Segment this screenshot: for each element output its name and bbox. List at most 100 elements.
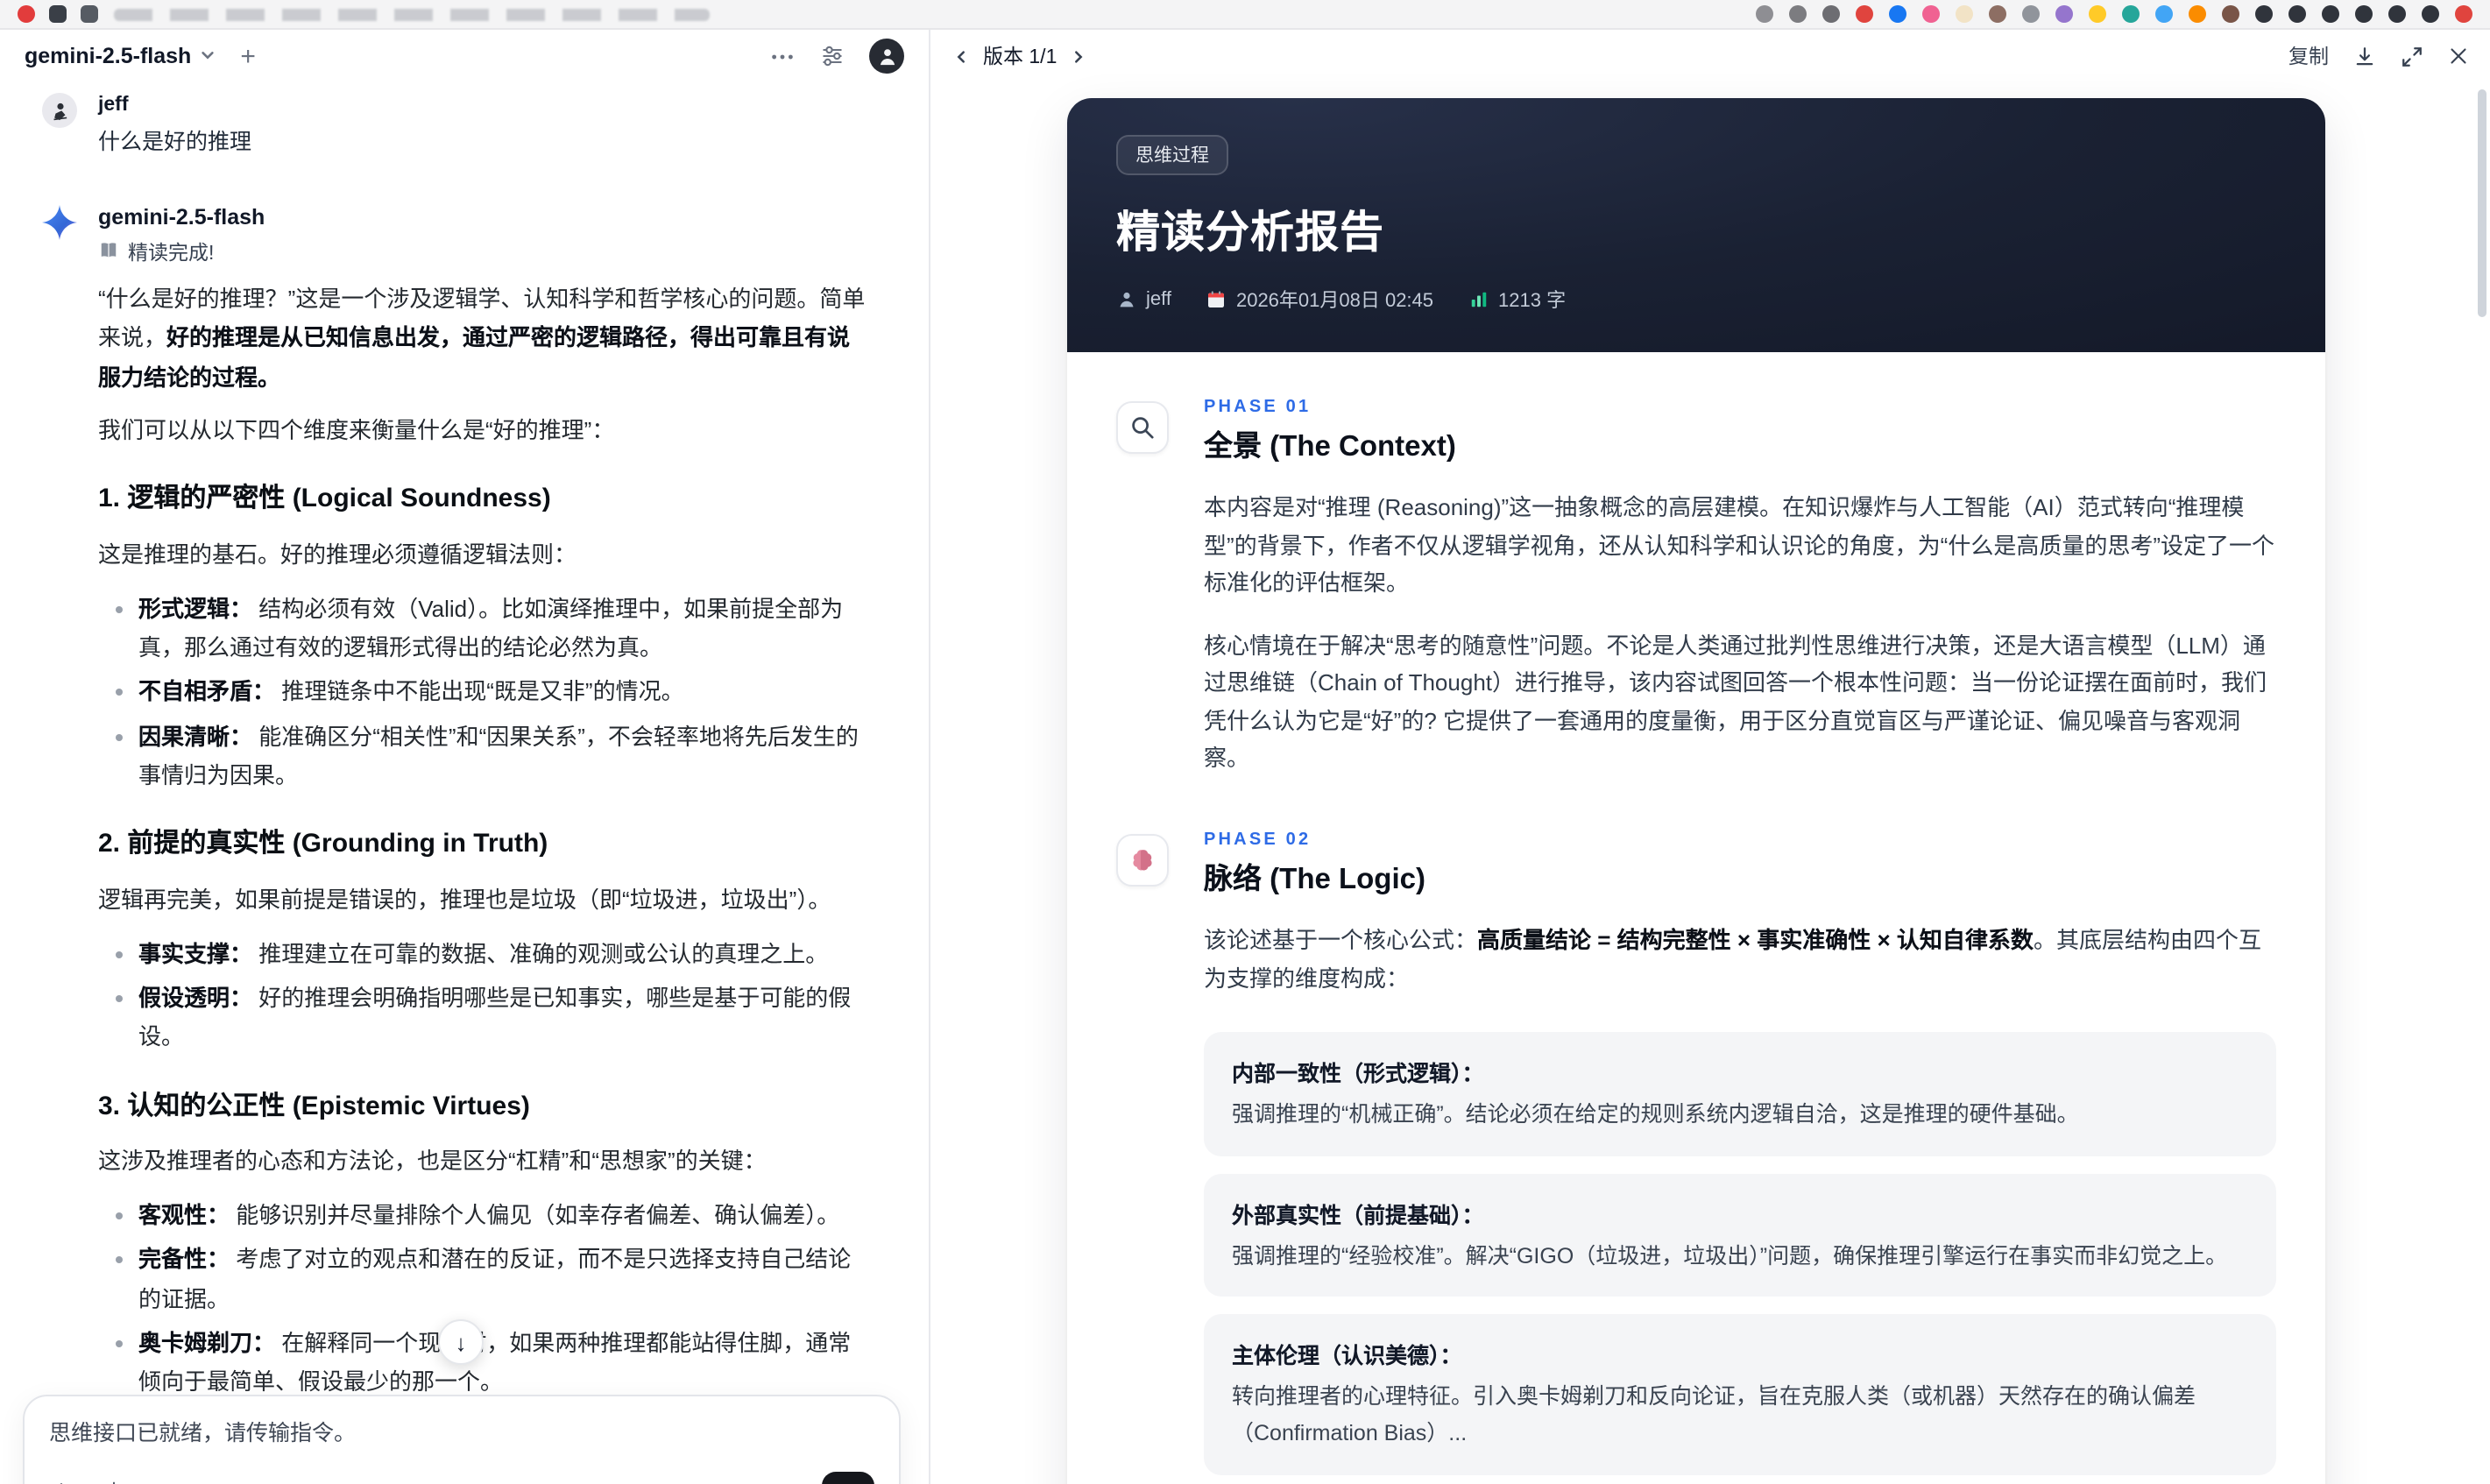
- list-item-label: 奥卡姆剃刀：: [138, 1329, 282, 1356]
- screen: gemini-2.5-flash + jeff 什么是好的推理 gemini-2…: [0, 0, 2490, 1484]
- menubar-app-icon[interactable]: [2288, 5, 2306, 23]
- scrollbar[interactable]: [2478, 89, 2486, 317]
- download-icon[interactable]: [2353, 45, 2376, 67]
- chat-header-actions: [769, 39, 904, 74]
- menubar-app-icon[interactable]: [1922, 5, 1940, 23]
- more-options-icon[interactable]: [769, 43, 796, 69]
- meta-item: jeff: [1116, 289, 1171, 310]
- menubar-app-icon[interactable]: [2422, 5, 2439, 23]
- fullscreen-icon[interactable]: [2401, 45, 2423, 67]
- list-item: 客观性： 能够识别并尽量排除个人偏见（如幸存者偏差、确认偏差）。: [116, 1197, 871, 1236]
- text-segment: 我们可以从以下四个维度来衡量什么是“好的推理”：: [98, 417, 615, 444]
- menubar-app-icon[interactable]: [2055, 5, 2073, 23]
- chevron-left-icon[interactable]: [953, 48, 969, 64]
- model-name: gemini-2.5-flash: [25, 44, 192, 68]
- text-segment: 核心情境在于解决“思考的随意性”问题。不论是人类通过批判性思维进行决策，还是大语…: [1204, 632, 2267, 772]
- model-selector[interactable]: gemini-2.5-flash: [25, 44, 216, 68]
- list-menu-icon[interactable]: [81, 5, 98, 23]
- report-title: 精读分析报告: [1116, 208, 1385, 258]
- menubar-app-icon[interactable]: [1756, 5, 1773, 23]
- sparkle-tools-icon[interactable]: [102, 1480, 126, 1484]
- assistant-response-body: “什么是好的推理？”这是一个涉及逻辑学、认知科学和哲学核心的问题。简单来说，好的…: [98, 280, 871, 1484]
- list-item-label: 假设透明：: [138, 984, 259, 1011]
- account-avatar[interactable]: [869, 39, 904, 74]
- assistant-list: 形式逻辑： 结构必须有效（Valid）。比如演绎推理中，如果前提全部为真，那么通…: [98, 590, 871, 796]
- menubar-app-icon[interactable]: [2222, 5, 2239, 23]
- menubar-app-icon[interactable]: [2322, 5, 2339, 23]
- input-placeholder: 思维接口已就绪，请传输指令。: [49, 1421, 357, 1445]
- list-item-label: 因果清晰：: [138, 723, 259, 750]
- menubar-app-icon[interactable]: [1956, 5, 1973, 23]
- phase-paragraph: 核心情境在于解决“思考的随意性”问题。不论是人类通过批判性思维进行决策，还是大语…: [1204, 626, 2276, 778]
- chat-scroll-area[interactable]: jeff 什么是好的推理 gemini-2.5-flash 精读完成! “什么是…: [0, 82, 929, 1484]
- chevron-right-icon[interactable]: [1071, 48, 1086, 64]
- app-menu-icon[interactable]: [49, 5, 67, 23]
- menubar-app-icon[interactable]: [1856, 5, 1873, 23]
- new-chat-button[interactable]: +: [240, 43, 256, 69]
- menubar-menu-items-blurred: [114, 8, 710, 20]
- list-item: 假设透明： 好的推理会明确指明哪些是已知事实，哪些是基于可能的假设。: [116, 979, 871, 1057]
- chevron-down-icon: [200, 44, 216, 68]
- dimension-body: 转向推理者的心理特征。引入奥卡姆剃刀和反向论证，旨在克服人类（或机器）天然存在的…: [1232, 1384, 2196, 1446]
- menubar-app-icon[interactable]: [1889, 5, 1906, 23]
- user-message: jeff 什么是好的推理: [42, 93, 901, 156]
- menubar-app-icon[interactable]: [1789, 5, 1807, 23]
- meta-text: 2026年01月08日 02:45: [1235, 291, 1434, 312]
- record-indicator-icon[interactable]: [18, 5, 35, 23]
- menubar-app-icon[interactable]: [2255, 5, 2273, 23]
- image-icon[interactable]: [154, 1480, 179, 1484]
- meta-item: 2026年01月08日 02:45: [1206, 286, 1433, 314]
- assistant-heading: 3. 认知的公正性 (Epistemic Virtues): [98, 1091, 530, 1121]
- meta-text: 1213 字: [1498, 291, 1567, 312]
- artifact-toolbar: 版本 1/1 复制: [932, 30, 2490, 82]
- menubar-left-icons: [18, 5, 98, 23]
- menubar-app-icon[interactable]: [2388, 5, 2406, 23]
- dimension-card: 主体伦理（认识美德）： 转向推理者的心理特征。引入奥卡姆剃刀和反向论证，旨在克服人…: [1204, 1314, 2276, 1475]
- artifact-panel: 版本 1/1 复制 思维过程 精读分析报告 jeff 2026年01月08日 0…: [932, 30, 2490, 1484]
- assistant-list: 客观性： 能够识别并尽量排除个人偏见（如幸存者偏差、确认偏差）。完备性： 考虑了…: [98, 1197, 871, 1403]
- dimension-card: 外部真实性（前提基础）： 强调推理的“经验校准”。解决“GIGO（垃圾进，垃圾出）…: [1204, 1173, 2276, 1297]
- menubar-app-icon[interactable]: [2155, 5, 2173, 23]
- menubar-app-icon[interactable]: [1822, 5, 1840, 23]
- version-switcher: 版本 1/1: [953, 42, 1086, 70]
- close-icon[interactable]: [2448, 46, 2469, 67]
- input-actions: [49, 1472, 874, 1484]
- menubar-app-icon[interactable]: [2189, 5, 2206, 23]
- assistant-status-text: 精读完成!: [128, 244, 215, 265]
- list-item: 完备性： 考虑了对立的观点和潜在的反证，而不是只选择支持自己结论的证据。: [116, 1240, 871, 1318]
- phase-label: PHASE 02: [1204, 830, 1312, 851]
- meta-item: 1213 字: [1468, 286, 1566, 314]
- menubar-app-icon[interactable]: [1989, 5, 2006, 23]
- brain-icon: [1116, 834, 1169, 887]
- menubar-app-icon[interactable]: [2455, 5, 2472, 23]
- list-item: 不自相矛盾： 推理链条中不能出现“既是又非”的情况。: [116, 674, 871, 713]
- scroll-to-bottom-button[interactable]: ↓: [438, 1319, 484, 1365]
- chat-header: gemini-2.5-flash +: [0, 30, 929, 82]
- menubar-status-icons: [1756, 5, 2472, 23]
- list-item-label: 完备性：: [138, 1246, 237, 1273]
- dimension-body: 强调推理的“经验校准”。解决“GIGO（垃圾进，垃圾出）”问题，确保推理引擎运行…: [1232, 1243, 2228, 1268]
- magnifier-icon: [1116, 401, 1169, 454]
- list-item: 事实支撑： 推理建立在可靠的数据、准确的观测或公认的真理之上。: [116, 935, 871, 974]
- assistant-paragraph: 逻辑再完美，如果前提是错误的，推理也是垃圾（即“垃圾进，垃圾出”）。: [98, 881, 871, 921]
- copy-button[interactable]: 复制: [2288, 42, 2329, 70]
- meta-text: jeff: [1146, 289, 1171, 310]
- attach-plus-icon[interactable]: [49, 1480, 74, 1484]
- settings-sliders-icon[interactable]: [820, 44, 845, 68]
- voice-input-button[interactable]: [822, 1472, 874, 1484]
- menubar-app-icon[interactable]: [2355, 5, 2373, 23]
- menubar-app-icon[interactable]: [2122, 5, 2140, 23]
- list-item: 因果清晰： 能准确区分“相关性”和“因果关系”，不会轻率地将先后发生的事情归为因…: [116, 717, 871, 795]
- assistant-heading: 2. 前提的真实性 (Grounding in Truth): [98, 829, 548, 859]
- user-avatar[interactable]: [42, 93, 77, 128]
- phase-title: 全景 (The Context): [1204, 431, 1456, 463]
- word-count-icon: [1468, 289, 1489, 310]
- menubar-app-icon[interactable]: [2022, 5, 2040, 23]
- text-segment: 本内容是对“推理 (Reasoning)”这一抽象概念的高层建模。在知识爆炸与人…: [1204, 494, 2274, 597]
- message-input[interactable]: 思维接口已就绪，请传输指令。: [23, 1395, 901, 1484]
- version-label: 版本 1/1: [983, 47, 1058, 68]
- report-meta: jeff 2026年01月08日 02:45 1213 字: [1116, 286, 2276, 314]
- dimension-title: 内部一致性（形式逻辑）：: [1232, 1062, 1484, 1087]
- menubar-app-icon[interactable]: [2089, 5, 2106, 23]
- phase-label: PHASE 01: [1204, 398, 1312, 417]
